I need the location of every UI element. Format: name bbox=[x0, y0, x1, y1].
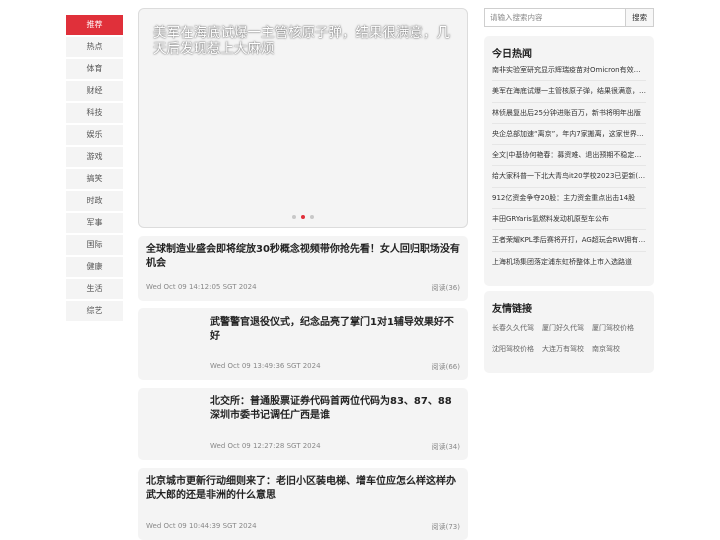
search-input[interactable] bbox=[484, 8, 626, 27]
hot-news-list: 南非实验室研究显示辉瑞疫苗对Omicron有效性降低 美军在海底试爆一主管核原子… bbox=[492, 60, 646, 273]
friend-link[interactable]: 大连万有驾校 bbox=[542, 339, 584, 360]
nav-item-life[interactable]: 生活 bbox=[66, 279, 123, 299]
carousel-dot[interactable] bbox=[310, 215, 314, 219]
article-date: Wed Oct 09 14:12:05 SGT 2024 bbox=[146, 283, 257, 291]
hot-news-item[interactable]: 美军在海底试爆一主管核原子弹，结果很满意，几天后发现惹上大麻烦 bbox=[492, 81, 646, 103]
friend-link[interactable]: 厦门好久代驾 bbox=[542, 318, 584, 339]
article-card[interactable]: 武警警官退役仪式，纪念品亮了掌门1对1辅导效果好不好 Wed Oct 09 13… bbox=[138, 308, 468, 380]
nav-item-politics[interactable]: 时政 bbox=[66, 191, 123, 211]
carousel-title[interactable]: 美军在海底试爆一主管核原子弹，结果很满意，几天后发现惹上大麻烦 bbox=[153, 25, 453, 57]
nav-item-international[interactable]: 国际 bbox=[66, 235, 123, 255]
hot-news-item[interactable]: 王者荣耀KPL季后赛将开打，AG超玩会RW拥有主场优势 bbox=[492, 230, 646, 252]
hot-news-title: 今日热闻 bbox=[492, 49, 532, 60]
friend-link[interactable]: 南京驾校 bbox=[592, 339, 620, 360]
hot-news-item[interactable]: 林侦晨复出后25分钟进账百万，新书将明年出版 bbox=[492, 103, 646, 124]
article-read-count: 阅读(34) bbox=[431, 443, 460, 451]
search-box: 搜索 bbox=[484, 8, 654, 27]
article-title[interactable]: 北京城市更新行动细则来了：老旧小区装电梯、增车位应怎么样这样办武大郎的还是非洲的… bbox=[146, 475, 462, 503]
hot-news-panel: 今日热闻 南非实验室研究显示辉瑞疫苗对Omicron有效性降低 美军在海底试爆一… bbox=[484, 36, 654, 286]
friend-links-title: 友情链接 bbox=[492, 304, 532, 315]
headline-carousel[interactable]: 美军在海底试爆一主管核原子弹，结果很满意，几天后发现惹上大麻烦 bbox=[138, 8, 468, 228]
main-feed: 美军在海底试爆一主管核原子弹，结果很满意，几天后发现惹上大麻烦 全球制造业盛会即… bbox=[138, 8, 468, 540]
hot-news-item[interactable]: 全文|中基协何艳春：募资难、退出预期不稳定等问题仍存 bbox=[492, 145, 646, 167]
article-title[interactable]: 全球制造业盛会即将绽放30秒概念视频带你抢先看！女人回归职场没有机会 bbox=[146, 243, 462, 271]
hot-news-item[interactable]: 给大家科普一下北大青鸟it20学校2023已更新(今日/知乎) bbox=[492, 166, 646, 188]
nav-item-recommend[interactable]: 推荐 bbox=[66, 15, 123, 35]
nav-item-tech[interactable]: 科技 bbox=[66, 103, 123, 123]
hot-news-item[interactable]: 912亿资金争夺20股：主力资金重点出击14股 bbox=[492, 188, 646, 210]
article-title[interactable]: 武警警官退役仪式，纪念品亮了掌门1对1辅导效果好不好 bbox=[210, 316, 458, 344]
hot-news-item[interactable]: 央企总部加速“离京”，年内7家搬离，这家世界500强将迁往雄安 bbox=[492, 124, 646, 146]
nav-item-finance[interactable]: 财经 bbox=[66, 81, 123, 101]
article-card[interactable]: 全球制造业盛会即将绽放30秒概念视频带你抢先看！女人回归职场没有机会 Wed O… bbox=[138, 236, 468, 301]
friend-link[interactable]: 沈阳驾校价格 bbox=[492, 339, 534, 360]
category-nav: 推荐 热点 体育 财经 科技 娱乐 游戏 搞笑 时政 军事 国际 健康 生活 综… bbox=[66, 15, 123, 323]
nav-item-sports[interactable]: 体育 bbox=[66, 59, 123, 79]
article-date: Wed Oct 09 10:44:39 SGT 2024 bbox=[146, 522, 257, 530]
carousel-indicators bbox=[292, 215, 314, 219]
nav-item-entertainment[interactable]: 娱乐 bbox=[66, 125, 123, 145]
friend-links-list: 长春久久代驾 厦门好久代驾 厦门驾校价格 沈阳驾校价格 大连万有驾校 南京驾校 bbox=[492, 318, 652, 360]
hot-news-item[interactable]: 南非实验室研究显示辉瑞疫苗对Omicron有效性降低 bbox=[492, 60, 646, 82]
article-read-count: 阅读(66) bbox=[431, 363, 460, 371]
nav-item-variety[interactable]: 综艺 bbox=[66, 301, 123, 321]
friend-link[interactable]: 厦门驾校价格 bbox=[592, 318, 634, 339]
hot-news-item[interactable]: 上海机场集团落定浦东虹桥整体上市入选路道 bbox=[492, 252, 646, 273]
article-card[interactable]: 北京城市更新行动细则来了：老旧小区装电梯、增车位应怎么样这样办武大郎的还是非洲的… bbox=[138, 468, 468, 540]
carousel-dot-active[interactable] bbox=[301, 215, 305, 219]
friend-links-panel: 友情链接 长春久久代驾 厦门好久代驾 厦门驾校价格 沈阳驾校价格 大连万有驾校 … bbox=[484, 291, 654, 373]
hot-news-item[interactable]: 丰田GRYaris氢燃料发动机原型车公布 bbox=[492, 209, 646, 231]
nav-item-health[interactable]: 健康 bbox=[66, 257, 123, 277]
nav-item-games[interactable]: 游戏 bbox=[66, 147, 123, 167]
friend-link[interactable]: 长春久久代驾 bbox=[492, 318, 534, 339]
article-read-count: 阅读(73) bbox=[431, 523, 460, 531]
article-date: Wed Oct 09 12:27:28 SGT 2024 bbox=[210, 442, 321, 450]
nav-item-hot[interactable]: 热点 bbox=[66, 37, 123, 57]
article-title[interactable]: 北交所：普通股票证券代码首两位代码为83、87、88深圳市委书记调任广西是谁 bbox=[210, 395, 458, 423]
nav-item-funny[interactable]: 搞笑 bbox=[66, 169, 123, 189]
article-card[interactable]: 北交所：普通股票证券代码首两位代码为83、87、88深圳市委书记调任广西是谁 W… bbox=[138, 388, 468, 460]
sidebar: 搜索 今日热闻 南非实验室研究显示辉瑞疫苗对Omicron有效性降低 美军在海底… bbox=[484, 8, 654, 373]
article-date: Wed Oct 09 13:49:36 SGT 2024 bbox=[210, 362, 321, 370]
article-read-count: 阅读(36) bbox=[431, 284, 460, 292]
nav-item-military[interactable]: 军事 bbox=[66, 213, 123, 233]
carousel-dot[interactable] bbox=[292, 215, 296, 219]
search-button[interactable]: 搜索 bbox=[625, 8, 654, 27]
